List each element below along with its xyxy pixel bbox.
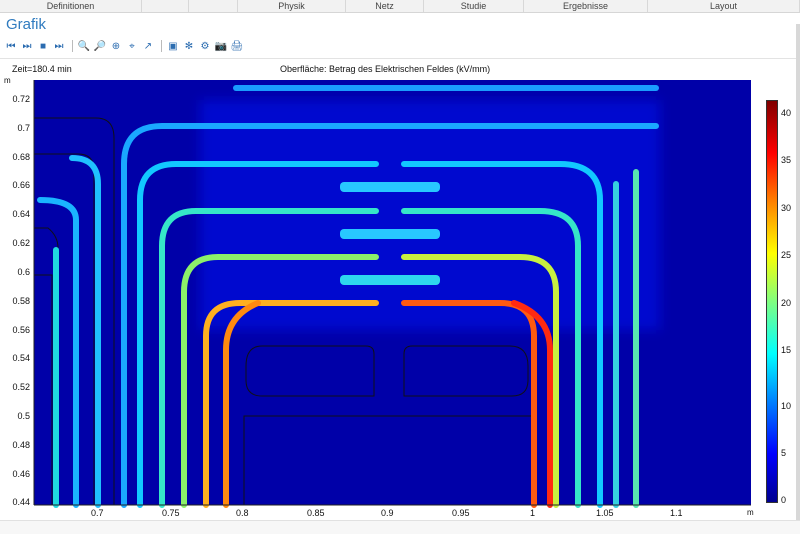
y-tick: 0.72 [12, 94, 30, 104]
colorbar-tick: 30 [781, 203, 792, 213]
y-tick: 0.5 [17, 411, 30, 421]
y-tick: 0.56 [12, 325, 30, 335]
y-tick: 0.64 [12, 209, 30, 219]
field-plot[interactable] [0, 0, 800, 533]
x-tick: 0.85 [307, 508, 325, 518]
field-glow [200, 100, 660, 330]
y-tick: 0.68 [12, 152, 30, 162]
y-tick: 0.48 [12, 440, 30, 450]
colorbar-tick: 40 [781, 108, 792, 118]
y-tick: 0.44 [12, 497, 30, 507]
y-tick: 0.7 [17, 123, 30, 133]
x-tick: 0.7 [91, 508, 104, 518]
x-tick: 0.9 [381, 508, 394, 518]
colorbar-tick: 20 [781, 298, 792, 308]
y-tick: 0.6 [17, 267, 30, 277]
y-tick: 0.66 [12, 180, 30, 190]
x-tick: 0.95 [452, 508, 470, 518]
colorbar-tick: 25 [781, 250, 792, 260]
y-tick: 0.58 [12, 296, 30, 306]
colorbar [766, 100, 778, 503]
center-bar [340, 229, 440, 239]
status-strip [0, 520, 800, 534]
colorbar-tick: 10 [781, 401, 792, 411]
colorbar-tick: 15 [781, 345, 792, 355]
y-tick: 0.54 [12, 353, 30, 363]
y-tick: 0.62 [12, 238, 30, 248]
center-bar [340, 182, 440, 192]
y-tick: 0.46 [12, 469, 30, 479]
center-bar [340, 275, 440, 285]
x-tick: 1.1 [670, 508, 683, 518]
x-tick: 0.8 [236, 508, 249, 518]
colorbar-tick: 5 [781, 448, 787, 458]
colorbar-tick: 0 [781, 495, 787, 505]
x-tick: 0.75 [162, 508, 180, 518]
y-tick: 0.52 [12, 382, 30, 392]
colorbar-tick: 35 [781, 155, 792, 165]
scrollbar[interactable] [796, 24, 800, 520]
x-tick: 1.05 [596, 508, 614, 518]
x-tick: 1 [530, 508, 536, 518]
